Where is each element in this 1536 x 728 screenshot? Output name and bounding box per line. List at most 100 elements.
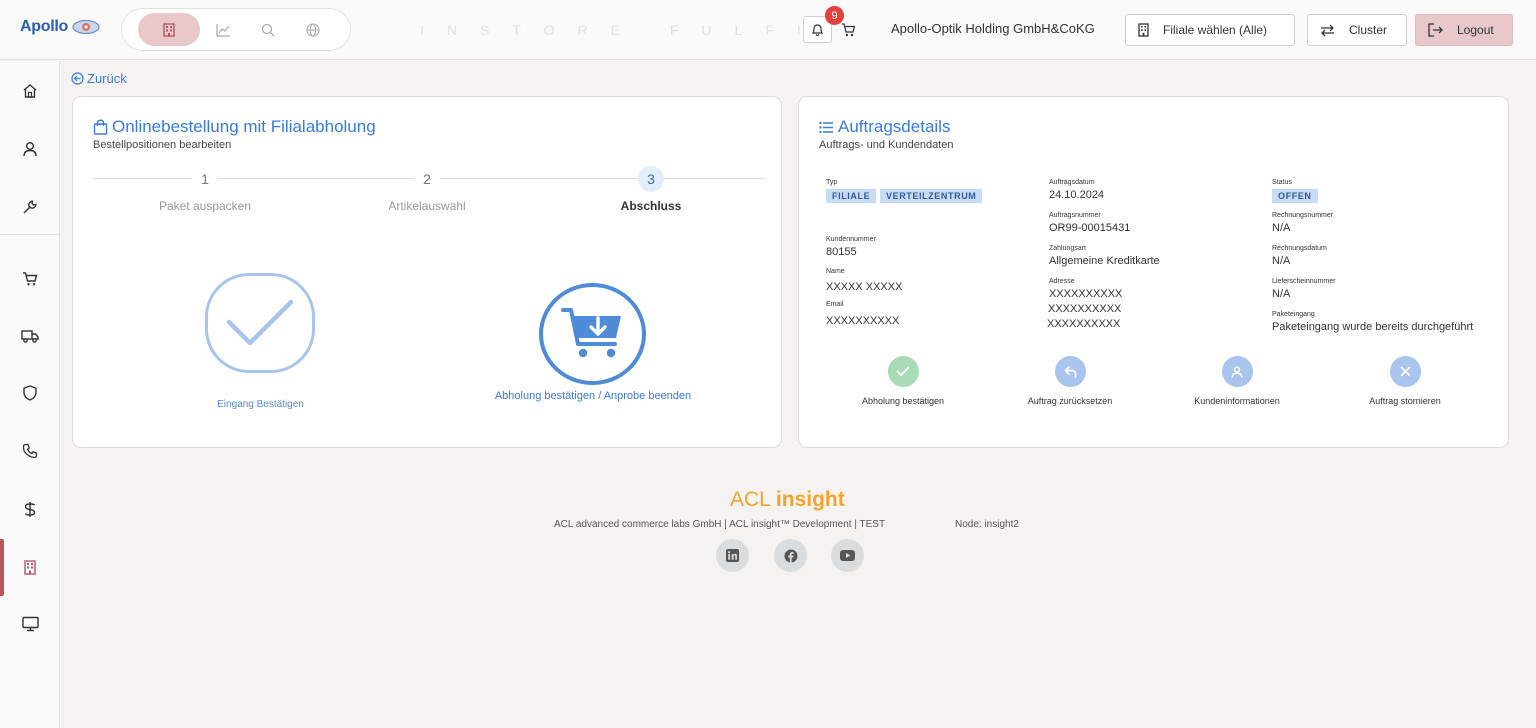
- apollo-logo[interactable]: Apollo: [20, 18, 101, 36]
- social-youtube[interactable]: [831, 539, 864, 572]
- mode-store[interactable]: [138, 13, 200, 46]
- footer-node: Node: insight2: [955, 519, 1019, 530]
- sidebar-item-orders[interactable]: [0, 259, 60, 299]
- status-badge: OFFEN: [1272, 189, 1318, 203]
- linkedin-icon: [726, 549, 739, 562]
- auftragsnummer-label: Auftragsnummer: [1049, 212, 1101, 219]
- logout-label: Logout: [1457, 23, 1494, 37]
- shield-icon: [23, 385, 37, 401]
- paketeingang-value: Paketeingang wurde bereits durchgeführt: [1272, 321, 1474, 333]
- search-icon: [261, 23, 275, 36]
- typ-label: Typ: [826, 179, 838, 186]
- action-reset-order[interactable]: Auftrag zurücksetzen: [990, 356, 1150, 406]
- typ-tag-verteilzentrum: VERTEILZENTRUM: [880, 189, 983, 203]
- top-bar: Apollo INSTORE FULF 9 Apollo-Optik Holdi…: [0, 0, 1536, 60]
- action-reset-order-circle[interactable]: [1054, 356, 1086, 387]
- order-details-title: Auftragsdetails: [819, 117, 950, 137]
- store-icon: [163, 22, 175, 37]
- action-cancel-order-circle[interactable]: [1389, 356, 1421, 387]
- phone-icon: [22, 443, 38, 459]
- confirm-pickup-label[interactable]: Abholung bestätigen / Anprobe beenden: [473, 390, 713, 402]
- building-icon: [1138, 23, 1149, 37]
- kundennummer-label: Kundennummer: [826, 236, 876, 243]
- cart-icon: [23, 272, 38, 286]
- logout-button[interactable]: Logout: [1415, 14, 1513, 46]
- back-link[interactable]: Zurück: [71, 71, 127, 86]
- action-confirm-pickup[interactable]: Abholung bestätigen: [823, 356, 983, 406]
- undo-icon: [1064, 365, 1076, 378]
- auftragsnummer-value: OR99-00015431: [1049, 222, 1131, 234]
- user-icon: [1231, 365, 1243, 378]
- footer-brand: ACL insight: [730, 488, 845, 511]
- logo-eye-icon: [72, 19, 100, 35]
- sidebar-item-contact[interactable]: [0, 431, 60, 471]
- zahlungsart-label: Zahlungsart: [1049, 245, 1086, 252]
- cluster-label: Cluster: [1349, 23, 1388, 37]
- cluster-button[interactable]: Cluster: [1307, 14, 1407, 46]
- app-title: INSTORE FULFILLMENT: [420, 22, 800, 38]
- email-value: XXXXXXXXXX: [826, 315, 900, 327]
- back-label: Zurück: [87, 71, 127, 86]
- swap-icon: [1321, 24, 1334, 36]
- mode-global[interactable]: [282, 13, 344, 46]
- sidebar-item-store[interactable]: [0, 539, 60, 596]
- confirm-receipt-label[interactable]: Eingang Bestätigen: [173, 399, 348, 410]
- action-confirm-pickup-circle[interactable]: [887, 356, 919, 387]
- lieferschein-label: Lieferscheinnummer: [1272, 278, 1336, 285]
- wrench-icon: [23, 200, 37, 214]
- step-2-label: Artikelauswahl: [388, 199, 466, 213]
- adresse-line-3: XXXXXXXXXX: [1047, 318, 1121, 330]
- email-label: Email: [826, 301, 844, 308]
- chart-line-icon: [215, 23, 230, 37]
- logout-icon: [1428, 23, 1443, 37]
- shopping-bag-icon: [93, 119, 108, 135]
- user-icon: [23, 142, 37, 157]
- arrow-left-circle-icon: [71, 72, 84, 85]
- globe-icon: [306, 22, 320, 37]
- sidebar-item-home[interactable]: [0, 71, 60, 111]
- sidebar-item-finance[interactable]: [0, 489, 60, 529]
- sidebar-item-tools[interactable]: [0, 187, 60, 227]
- home-icon: [23, 84, 37, 98]
- step-2-number[interactable]: 2: [414, 168, 440, 189]
- bell-icon: [811, 23, 824, 36]
- kundennummer-value: 80155: [826, 246, 857, 258]
- order-details-subtitle: Auftrags- und Kundendaten: [819, 139, 954, 151]
- step-1-number[interactable]: 1: [192, 168, 218, 189]
- step-1-label: Paket auspacken: [158, 199, 252, 213]
- lieferschein-value: N/A: [1272, 288, 1291, 300]
- company-name: Apollo-Optik Holding GmbH&CoKG: [891, 21, 1095, 36]
- filiale-label: Filiale wählen (Alle): [1163, 23, 1268, 37]
- social-facebook[interactable]: [774, 539, 807, 572]
- typ-tag-filiale: FILIALE: [826, 189, 877, 203]
- facebook-icon: [784, 549, 797, 563]
- sidebar-item-display[interactable]: [0, 604, 60, 644]
- filiale-select-button[interactable]: Filiale wählen (Alle): [1125, 14, 1295, 46]
- sidebar-item-shipping[interactable]: [0, 316, 60, 356]
- step-3-number[interactable]: 3: [638, 166, 664, 192]
- step-3-label: Abschluss: [620, 199, 682, 213]
- cart-button[interactable]: [838, 20, 858, 40]
- auftragsdatum-label: Auftragsdatum: [1049, 179, 1095, 186]
- truck-icon: [21, 330, 39, 343]
- rechnungsnummer-label: Rechnungsnummer: [1272, 212, 1334, 219]
- confirm-receipt-button[interactable]: [205, 273, 315, 373]
- name-label: Name: [826, 268, 845, 275]
- action-cancel-order[interactable]: Auftrag stornieren: [1325, 356, 1485, 406]
- sidebar-item-security[interactable]: [0, 373, 60, 413]
- social-linkedin[interactable]: [716, 539, 749, 572]
- confirm-pickup-button[interactable]: [539, 283, 646, 385]
- order-process-title: Onlinebestellung mit Filialabholung: [93, 117, 376, 137]
- sidebar: [0, 61, 60, 728]
- monitor-icon: [21, 616, 39, 632]
- action-customer-info[interactable]: Kundeninformationen: [1157, 356, 1317, 406]
- rechnungsnummer-value: N/A: [1272, 222, 1291, 234]
- action-customer-info-circle[interactable]: [1221, 356, 1253, 387]
- cart-download-icon: [560, 308, 621, 358]
- logo-text: Apollo: [20, 18, 68, 35]
- list-icon: [819, 121, 833, 133]
- auftragsdatum-value: 24.10.2024: [1049, 189, 1105, 201]
- close-icon: [1400, 366, 1410, 377]
- sidebar-item-user[interactable]: [0, 129, 60, 169]
- cart-icon: [841, 23, 855, 37]
